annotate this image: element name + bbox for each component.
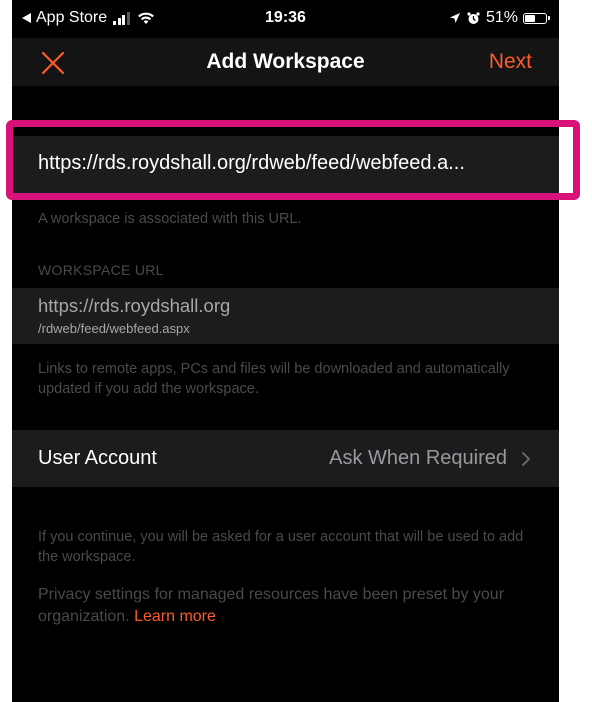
learn-more-link[interactable]: Learn more (134, 608, 216, 625)
alarm-icon (467, 11, 480, 24)
user-account-row[interactable]: User Account Ask When Required (12, 430, 559, 487)
privacy-notice: Privacy settings for managed resources h… (38, 584, 538, 628)
chevron-right-icon (522, 452, 530, 466)
next-button[interactable]: Next (489, 50, 532, 74)
highlight-annotation (6, 120, 580, 200)
status-bar: App Store 19:36 51% (12, 0, 559, 38)
privacy-text: Privacy settings for managed resources h… (38, 586, 505, 625)
links-hint: Links to remote apps, PCs and files will… (38, 361, 510, 397)
workspace-url-header: WORKSPACE URL (38, 262, 164, 278)
battery-icon (523, 12, 550, 24)
user-account-value: Ask When Required (329, 447, 507, 469)
user-account-label: User Account (38, 447, 157, 469)
url-hint: A workspace is associated with this URL. (38, 211, 302, 227)
workspace-url-row: https://rds.roydshall.org /rdweb/feed/we… (12, 288, 559, 344)
workspace-url-path: /rdweb/feed/webfeed.aspx (38, 321, 190, 336)
battery-level (525, 14, 535, 22)
continue-hint: If you continue, you will be asked for a… (38, 529, 524, 565)
page-title: Add Workspace (206, 50, 365, 73)
navigation-bar: Add Workspace Next (12, 38, 559, 86)
battery-percent: 51% (485, 9, 518, 26)
workspace-url-host: https://rds.roydshall.org (38, 295, 231, 316)
location-arrow-icon (449, 13, 460, 23)
status-right: 51% (449, 9, 550, 27)
app-screen: App Store 19:36 51% Add Workspace Next h… (12, 0, 559, 702)
